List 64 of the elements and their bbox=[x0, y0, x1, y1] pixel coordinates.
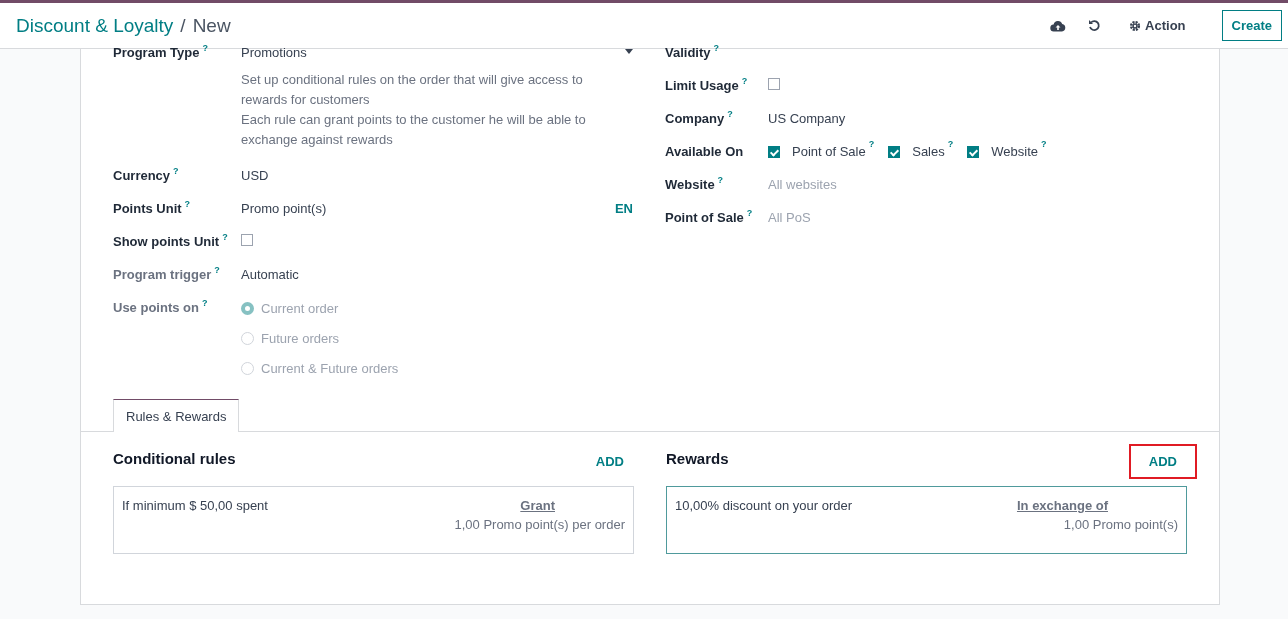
field-label: Program Type bbox=[113, 45, 200, 60]
field-value: Automatic bbox=[241, 267, 299, 282]
help-mark[interactable]: ? bbox=[868, 140, 875, 149]
rule-card[interactable]: 10,00% discount on your order In exchange of 1,00 Promo point(s) bbox=[666, 486, 1187, 554]
field-label: Validity bbox=[665, 45, 711, 60]
tab[interactable]: Rules & Rewards bbox=[113, 399, 240, 432]
checkbox[interactable] bbox=[888, 145, 901, 158]
field-label: Limit Usage bbox=[665, 78, 739, 93]
help-mark[interactable]: ? bbox=[947, 140, 954, 149]
breadcrumb-separator: / bbox=[180, 14, 186, 37]
help-mark[interactable]: ? bbox=[202, 44, 208, 53]
field-value: USD bbox=[241, 168, 269, 183]
help-mark[interactable]: ? bbox=[746, 209, 753, 218]
help-mark[interactable]: ? bbox=[222, 233, 228, 242]
field-label: Available On bbox=[665, 144, 744, 159]
field-label: Use points on bbox=[113, 300, 199, 315]
checkbox-label: Website bbox=[991, 144, 1038, 159]
add-button[interactable]: ADD bbox=[1128, 444, 1197, 479]
field-label: Points Unit bbox=[113, 201, 182, 216]
breadcrumb-link[interactable]: Discount & Loyalty bbox=[16, 14, 174, 37]
field-value: Promo point(s) bbox=[241, 201, 327, 216]
program-type-select[interactable]: Promotions bbox=[241, 45, 633, 60]
checkbox[interactable] bbox=[241, 234, 253, 246]
radio-label: Current & Future orders bbox=[261, 360, 399, 376]
field-value: US Company bbox=[768, 111, 846, 126]
help-mark[interactable]: ? bbox=[741, 77, 748, 86]
card-value: 1,00 Promo point(s) bbox=[1063, 517, 1178, 532]
checkbox-label: Point of Sale bbox=[792, 144, 866, 159]
card-value: 1,00 Promo point(s) per order bbox=[454, 517, 625, 532]
help-mark[interactable]: ? bbox=[173, 167, 179, 176]
gear-icon bbox=[1129, 19, 1142, 32]
help-mark[interactable]: ? bbox=[1041, 140, 1047, 149]
help-mark[interactable]: ? bbox=[717, 176, 724, 185]
help-mark[interactable]: ? bbox=[713, 44, 720, 53]
field-label: Currency bbox=[113, 168, 171, 183]
card-heading: Grant bbox=[520, 498, 555, 513]
checkbox-label: Sales bbox=[912, 144, 945, 159]
card-text: If minimum $ 50,00 spent bbox=[122, 498, 268, 515]
undo-icon[interactable] bbox=[1088, 19, 1102, 32]
record-title: New bbox=[192, 14, 231, 37]
field-label: Website bbox=[665, 177, 715, 192]
section-title: Rewards bbox=[666, 450, 729, 467]
section-title: Conditional rules bbox=[113, 450, 236, 467]
add-button[interactable]: ADD bbox=[575, 444, 644, 479]
radio-label: Current order bbox=[261, 300, 339, 316]
checkbox[interactable] bbox=[768, 78, 780, 90]
cloud-upload-icon[interactable] bbox=[1050, 19, 1067, 32]
field-label: Company bbox=[665, 111, 725, 126]
action-button[interactable]: Action bbox=[1123, 17, 1192, 34]
field-label: Point of Sale bbox=[665, 210, 744, 225]
checkbox[interactable] bbox=[967, 145, 980, 158]
rule-card[interactable]: If minimum $ 50,00 spent Grant 1,00 Promo point(s) per order bbox=[113, 486, 634, 554]
help-text: Each rule can grant points to the customer he will be able to exchange against rewards bbox=[241, 111, 587, 149]
language-button[interactable]: EN bbox=[614, 201, 633, 216]
help-mark[interactable]: ? bbox=[184, 200, 191, 209]
card-text: 10,00% discount on your order bbox=[675, 498, 853, 515]
card-heading: In exchange of bbox=[1016, 498, 1108, 513]
help-mark[interactable]: ? bbox=[727, 110, 733, 119]
field-label: Show points Unit bbox=[113, 234, 220, 249]
checkbox[interactable] bbox=[768, 145, 780, 158]
radio-label: Future orders bbox=[261, 330, 340, 346]
create-button[interactable]: Create bbox=[1221, 10, 1282, 41]
field-label: Program trigger bbox=[113, 267, 212, 282]
help-text: Set up conditional rules on the order that will give access to rewards for customers bbox=[241, 71, 584, 109]
